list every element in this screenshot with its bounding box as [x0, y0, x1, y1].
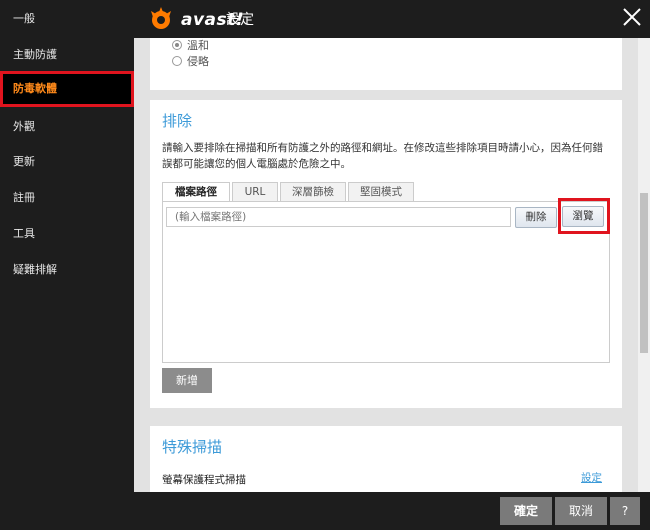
sidebar-item-tools[interactable]: 工具 [0, 216, 134, 252]
tab-hardened-mode[interactable]: 堅固模式 [348, 182, 414, 202]
settings-content: 溫和 侵略 排除 請輸入要排除在掃描和所有防護之外的路徑和網址。在修改這些排除項… [134, 38, 650, 492]
sidebar: 一般 主動防護 防毒軟體 外觀 更新 註冊 工具 疑難排解 [0, 0, 134, 530]
title-bar: avast! 設定 [134, 0, 650, 38]
help-button[interactable]: ? [610, 497, 640, 525]
exclusion-list-panel: 刪除 瀏覽 [162, 198, 610, 363]
radio-button[interactable] [172, 56, 182, 66]
radio-option-mild[interactable]: 溫和 [172, 38, 209, 53]
special-scans-card: 特殊掃描 螢幕保護程式掃描 設定 [150, 426, 622, 492]
exclusions-title: 排除 [162, 112, 193, 130]
cancel-button[interactable]: 取消 [555, 497, 607, 525]
radio-label: 溫和 [187, 39, 209, 52]
exclusions-card: 排除 請輸入要排除在掃描和所有防護之外的路徑和網址。在修改這些排除項目時請小心，… [150, 100, 622, 408]
sidebar-item-appearance[interactable]: 外觀 [0, 109, 134, 145]
sidebar-item-troubleshooting[interactable]: 疑難排解 [0, 252, 134, 288]
sensitivity-card: 溫和 侵略 [150, 38, 622, 90]
add-button[interactable]: 新增 [162, 368, 212, 393]
tab-url[interactable]: URL [232, 182, 278, 202]
radio-option-aggressive[interactable]: 侵略 [172, 53, 209, 69]
window-title: 設定 [226, 12, 254, 28]
footer-bar: 確定 取消 ? [134, 492, 650, 530]
sidebar-item-update[interactable]: 更新 [0, 144, 134, 180]
sidebar-item-active-protection[interactable]: 主動防護 [0, 37, 134, 73]
screensaver-scan-label: 螢幕保護程式掃描 [162, 474, 246, 486]
screensaver-settings-link[interactable]: 設定 [581, 470, 602, 485]
scrollbar-thumb[interactable] [640, 193, 648, 353]
radio-label: 侵略 [187, 55, 209, 68]
exclusion-tabs: 檔案路徑 URL 深層篩檢 堅固模式 [162, 182, 416, 202]
file-path-input[interactable] [166, 207, 511, 227]
special-scans-title: 特殊掃描 [162, 438, 223, 456]
avast-logo-icon [151, 7, 171, 29]
avast-logo: avast! [147, 7, 244, 31]
sidebar-item-antivirus[interactable]: 防毒軟體 [0, 71, 134, 107]
browse-highlight [558, 198, 610, 234]
ok-button[interactable]: 確定 [500, 497, 552, 525]
exclusions-description: 請輸入要排除在掃描和所有防護之外的路徑和網址。在修改這些排除項目時請小心，因為任… [162, 142, 603, 170]
radio-button[interactable] [172, 40, 182, 50]
close-button[interactable] [620, 5, 644, 29]
tab-file-paths[interactable]: 檔案路徑 [162, 182, 230, 202]
tab-deep-screen[interactable]: 深層篩檢 [280, 182, 346, 202]
delete-button[interactable]: 刪除 [515, 207, 557, 228]
close-icon [623, 8, 641, 26]
sidebar-item-registration[interactable]: 註冊 [0, 180, 134, 216]
scrollbar[interactable] [638, 38, 650, 492]
sidebar-item-general[interactable]: 一般 [0, 1, 134, 37]
